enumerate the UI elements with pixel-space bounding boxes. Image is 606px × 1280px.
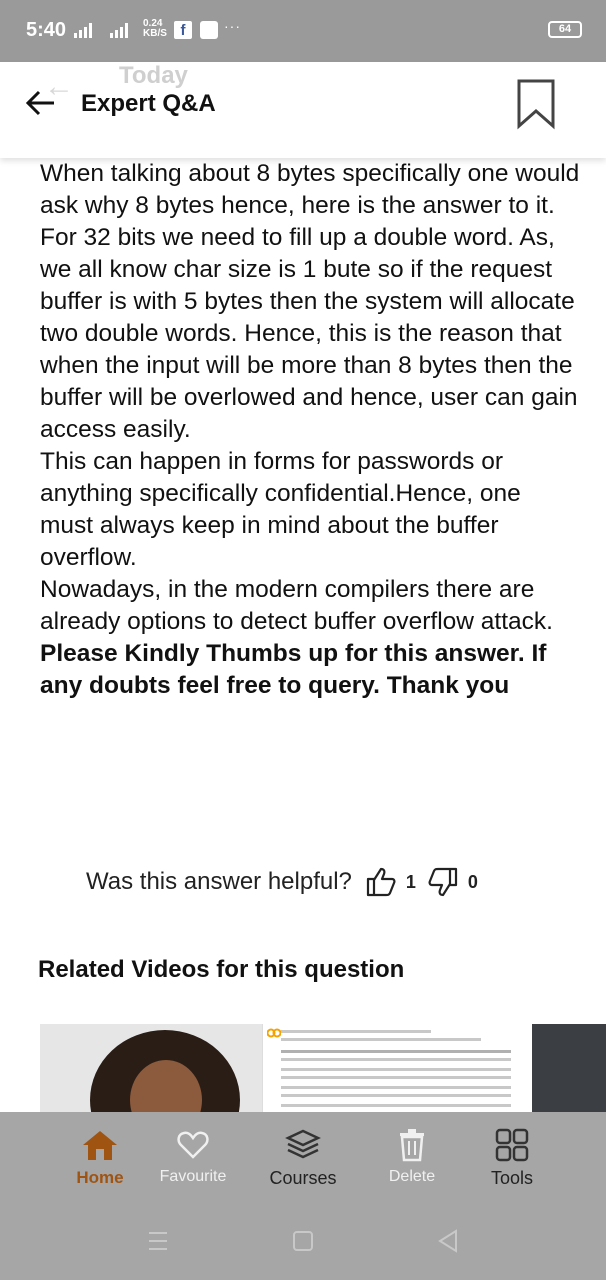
answer-paragraph: When talking about 8 bytes specifically …	[40, 160, 580, 219]
more-notifications-icon: ···	[224, 18, 241, 34]
home-label: Home	[76, 1168, 124, 1187]
answer-paragraph: This can happen in forms for passwords o…	[40, 448, 521, 571]
favourite-button[interactable]: Favourite	[148, 1128, 238, 1186]
courses-button[interactable]: Courses	[258, 1128, 348, 1189]
helpful-feedback: Was this answer helpful? 1 0	[86, 864, 488, 900]
back-nav-icon[interactable]	[436, 1228, 460, 1254]
document-line	[281, 1068, 511, 1071]
heart-icon	[177, 1131, 209, 1159]
video-thumbnail[interactable]	[532, 1024, 606, 1112]
related-videos-heading: Related Videos for this question	[38, 956, 405, 983]
document-line	[281, 1058, 511, 1061]
document-line	[281, 1086, 511, 1089]
thumbs-up-icon[interactable]	[364, 865, 398, 899]
document-line	[281, 1076, 511, 1079]
delete-label: Delete	[388, 1168, 436, 1185]
answer-paragraph: For 32 bits we need to fill up a double …	[40, 224, 578, 443]
document-line	[281, 1038, 481, 1041]
courses-label: Courses	[269, 1168, 337, 1188]
document-line	[281, 1094, 511, 1097]
thumbs-down-icon[interactable]	[426, 865, 460, 899]
signal-icon	[74, 23, 128, 38]
tools-button[interactable]: Tools	[470, 1128, 554, 1189]
notification-app-icon	[200, 21, 218, 39]
status-time: 5:40	[26, 19, 67, 41]
system-navigation-bar	[0, 1206, 606, 1280]
battery-icon: 64	[548, 21, 582, 38]
home-nav-icon[interactable]	[291, 1228, 315, 1254]
trash-icon	[400, 1129, 424, 1162]
delete-button[interactable]: Delete	[370, 1128, 454, 1186]
video-thumbnail[interactable]	[40, 1024, 262, 1112]
recent-apps-icon[interactable]	[146, 1228, 170, 1254]
today-label: Today	[119, 62, 188, 89]
home-button[interactable]: Home	[54, 1128, 146, 1188]
page-title: Expert Q&A	[81, 90, 216, 117]
document-line	[281, 1050, 511, 1053]
app-header: Today ← Expert Q&A	[0, 62, 606, 158]
thumbs-down-count: 0	[467, 871, 478, 892]
answer-body: When talking about 8 bytes specifically …	[40, 158, 580, 702]
video-thumbnail[interactable]	[262, 1024, 524, 1112]
answer-paragraph: Nowadays, in the modern compilers there …	[40, 576, 553, 635]
courses-icon	[285, 1129, 321, 1159]
favourite-label: Favourite	[159, 1168, 227, 1185]
network-rate: 0.24 KB/S	[143, 18, 167, 39]
answer-closing-note: Please Kindly Thumbs up for this answer.…	[40, 640, 547, 699]
helpful-question: Was this answer helpful?	[86, 868, 352, 895]
document-line	[281, 1104, 511, 1107]
bottom-toolbar: Home Favourite Courses Delete Tools	[0, 1112, 606, 1206]
grid-icon	[495, 1128, 529, 1162]
thumbs-up-count: 1	[405, 871, 416, 892]
home-icon	[83, 1131, 117, 1160]
facebook-icon: f	[174, 21, 192, 39]
document-logo-icon	[267, 1028, 281, 1038]
arrow-left-icon[interactable]	[24, 86, 58, 120]
bookmark-icon[interactable]	[516, 78, 556, 130]
status-bar: 5:40 0.24 KB/S f ··· 64	[0, 0, 606, 62]
document-line	[281, 1030, 431, 1033]
tools-label: Tools	[490, 1168, 534, 1188]
